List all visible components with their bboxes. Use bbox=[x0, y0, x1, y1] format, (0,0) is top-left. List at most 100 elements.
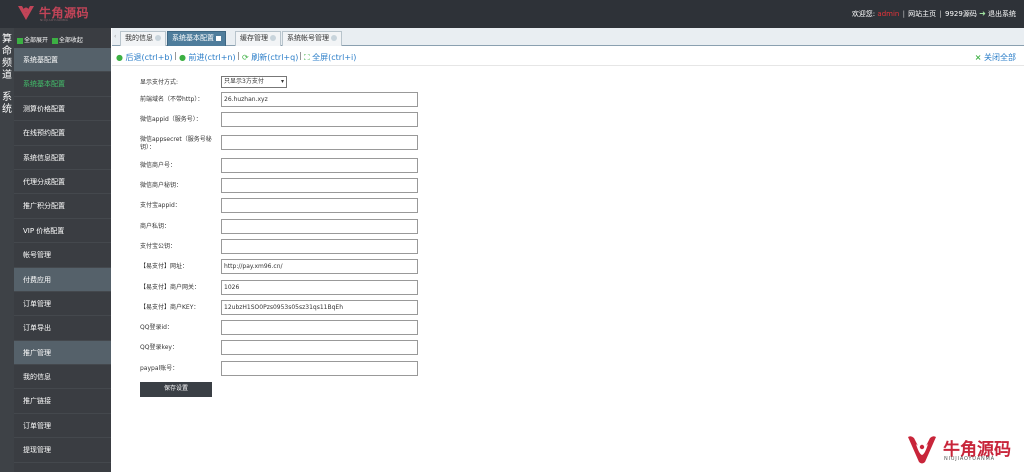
logout-arrow-icon: ➜ bbox=[979, 9, 986, 18]
close-all-icon: × bbox=[974, 53, 982, 62]
tab-scroll-left-icon[interactable]: ‹ bbox=[114, 33, 118, 42]
logo-subtext: NIUJIAOYUANMA bbox=[40, 18, 69, 22]
field-input[interactable] bbox=[221, 320, 418, 335]
tab-cache[interactable]: 缓存管理 bbox=[235, 31, 281, 46]
field-label: 微信appsecret（服务号秘钥）： bbox=[140, 136, 212, 151]
field-label: QQ登录key： bbox=[140, 344, 178, 351]
tab-close-icon[interactable] bbox=[216, 35, 221, 41]
sidebar-item[interactable]: 帐号管理 bbox=[14, 243, 111, 268]
side-tab-fortune[interactable]: 算命频道 bbox=[0, 28, 14, 82]
nav-toolbar: ● 后退(ctrl+b) | ● 前进(ctrl+n) | ⟳ 刷新(ctrl+… bbox=[112, 48, 1024, 66]
tab-system-config[interactable]: 系统基本配置 bbox=[167, 31, 226, 46]
field-label: 微信appid（服务号）： bbox=[140, 116, 202, 123]
fullscreen-button[interactable]: ⛶ 全屏(ctrl+i) bbox=[304, 52, 356, 63]
recharge-link[interactable]: 9929源码 bbox=[945, 10, 977, 18]
sidebar-item[interactable]: 测算价格配置 bbox=[14, 97, 111, 122]
tab-label: 缓存管理 bbox=[240, 34, 268, 42]
chevron-down-icon: ▾ bbox=[280, 78, 284, 85]
sidebar-item[interactable]: 代理分成配置 bbox=[14, 170, 111, 195]
fullscreen-label: 全屏(ctrl+i) bbox=[312, 53, 357, 62]
side-tab-system[interactable]: 系统 bbox=[0, 92, 14, 116]
field-input[interactable] bbox=[221, 112, 418, 127]
expand-all-button[interactable]: 全部展开 bbox=[24, 37, 48, 44]
nav-expand-controls: 全部展开 全部收起 bbox=[14, 28, 111, 48]
pay-mode-select[interactable]: 只显示3方支付 ▾ bbox=[221, 76, 287, 88]
sidebar-item[interactable]: 我的信息 bbox=[14, 365, 111, 390]
watermark-mark-icon bbox=[908, 436, 936, 464]
sidebar-item[interactable]: 在线预约配置 bbox=[14, 121, 111, 146]
watermark-subtext: NIUJIAOYUANMA bbox=[944, 456, 995, 462]
field-label: 微信商户秘钥： bbox=[140, 182, 183, 189]
top-right-links: 欢迎您: admin | 网站主页 | 9929源码 ➜ 退出系统 bbox=[851, 9, 1016, 18]
expand-all-icon bbox=[17, 37, 23, 44]
field-input[interactable] bbox=[221, 158, 418, 173]
field-input[interactable] bbox=[221, 219, 418, 234]
tab-label: 系统帐号管理 bbox=[287, 34, 329, 42]
back-button[interactable]: ● 后退(ctrl+b) bbox=[116, 52, 173, 63]
site-home-link[interactable]: 网站主页 bbox=[908, 10, 936, 18]
field-input[interactable] bbox=[221, 178, 418, 193]
field-label: 商户私钥： bbox=[140, 223, 171, 230]
refresh-button[interactable]: ⟳ 刷新(ctrl+q) bbox=[242, 52, 298, 63]
welcome-label: 欢迎您: bbox=[851, 10, 876, 18]
field-label: 支付宝公钥： bbox=[140, 243, 177, 250]
field-label: 【易支付】商户网关： bbox=[140, 284, 201, 291]
field-label: paypal账号： bbox=[140, 365, 179, 372]
field-label: 【易支付】商户KEY： bbox=[140, 304, 200, 311]
refresh-label: 刷新(ctrl+q) bbox=[251, 53, 299, 62]
refresh-icon: ⟳ bbox=[242, 53, 249, 62]
sidebar-item[interactable]: 系统基本配置 bbox=[14, 72, 111, 97]
sidebar-item[interactable]: VIP 价格配置 bbox=[14, 219, 111, 244]
forward-button[interactable]: ● 前进(ctrl+n) bbox=[179, 52, 236, 63]
pay-mode-label: 显示支付方式: bbox=[140, 79, 179, 86]
top-bar: 牛角源码 NIUJIAOYUANMA 欢迎您: admin | 网站主页 | 9… bbox=[0, 0, 1024, 28]
tab-close-icon[interactable] bbox=[155, 35, 161, 41]
field-label: 【易支付】网址： bbox=[140, 263, 189, 270]
pay-mode-value: 只显示3方支付 bbox=[224, 78, 264, 85]
field-input[interactable] bbox=[221, 300, 418, 315]
field-input[interactable] bbox=[221, 198, 418, 213]
close-all-button[interactable]: × 关闭全部 bbox=[975, 52, 1016, 63]
tab-close-icon[interactable] bbox=[331, 35, 337, 41]
tab-my-info[interactable]: 我的信息 bbox=[120, 31, 166, 46]
fullscreen-icon: ⛶ bbox=[304, 53, 310, 62]
field-input[interactable] bbox=[221, 280, 418, 295]
watermark-logo: 牛角源码 NIUJIAOYUANMA bbox=[905, 433, 1017, 467]
close-all-label: 关闭全部 bbox=[984, 53, 1016, 62]
field-label: 微信商户号： bbox=[140, 162, 177, 169]
field-input[interactable] bbox=[221, 340, 418, 355]
field-input[interactable] bbox=[221, 361, 418, 376]
save-button[interactable]: 保存设置 bbox=[140, 382, 212, 397]
tab-close-icon[interactable] bbox=[270, 35, 276, 41]
sidebar-item[interactable]: 提现管理 bbox=[14, 438, 111, 463]
logo[interactable]: 牛角源码 NIUJIAOYUANMA bbox=[16, 3, 106, 25]
forward-icon: ● bbox=[179, 53, 186, 62]
sidebar-item[interactable]: 订单导出 bbox=[14, 316, 111, 341]
back-label: 后退(ctrl+b) bbox=[125, 53, 173, 62]
tab-label: 我的信息 bbox=[125, 34, 153, 42]
forward-label: 前进(ctrl+n) bbox=[188, 53, 236, 62]
tab-accounts[interactable]: 系统帐号管理 bbox=[282, 31, 342, 46]
nav-group-header[interactable]: 系统基配置 bbox=[14, 48, 111, 73]
field-label: 支付宝appid： bbox=[140, 202, 181, 209]
field-input[interactable] bbox=[221, 259, 418, 274]
logout-link[interactable]: 退出系统 bbox=[988, 10, 1016, 18]
side-channel-column: 算命频道 系统 bbox=[0, 28, 14, 472]
sidebar-item[interactable]: 系统信息配置 bbox=[14, 146, 111, 170]
tab-bar: ‹ 我的信息 系统基本配置 缓存管理 系统帐号管理 bbox=[112, 28, 1024, 46]
back-icon: ● bbox=[116, 53, 123, 62]
nav-group-header[interactable]: 推广管理 bbox=[14, 340, 111, 366]
sidebar-item[interactable]: 推广积分配置 bbox=[14, 194, 111, 219]
nav-group-header[interactable]: 付费应用 bbox=[14, 267, 111, 292]
sidebar-item[interactable]: 订单管理 bbox=[14, 414, 111, 439]
collapse-all-icon bbox=[51, 37, 58, 44]
field-input[interactable] bbox=[221, 135, 418, 150]
logo-mark-icon bbox=[18, 6, 34, 20]
sidebar-item[interactable]: 推广链接 bbox=[14, 389, 111, 414]
field-input[interactable] bbox=[221, 239, 418, 254]
field-input[interactable] bbox=[221, 92, 418, 107]
username: admin bbox=[877, 10, 900, 18]
sidebar-item[interactable]: 订单管理 bbox=[14, 292, 111, 317]
collapse-all-button[interactable]: 全部收起 bbox=[59, 37, 83, 44]
sidebar-nav: 全部展开 全部收起 系统基配置 系统基本配置 测算价格配置 在线预约配置 系统信息配置代… bbox=[14, 28, 111, 472]
